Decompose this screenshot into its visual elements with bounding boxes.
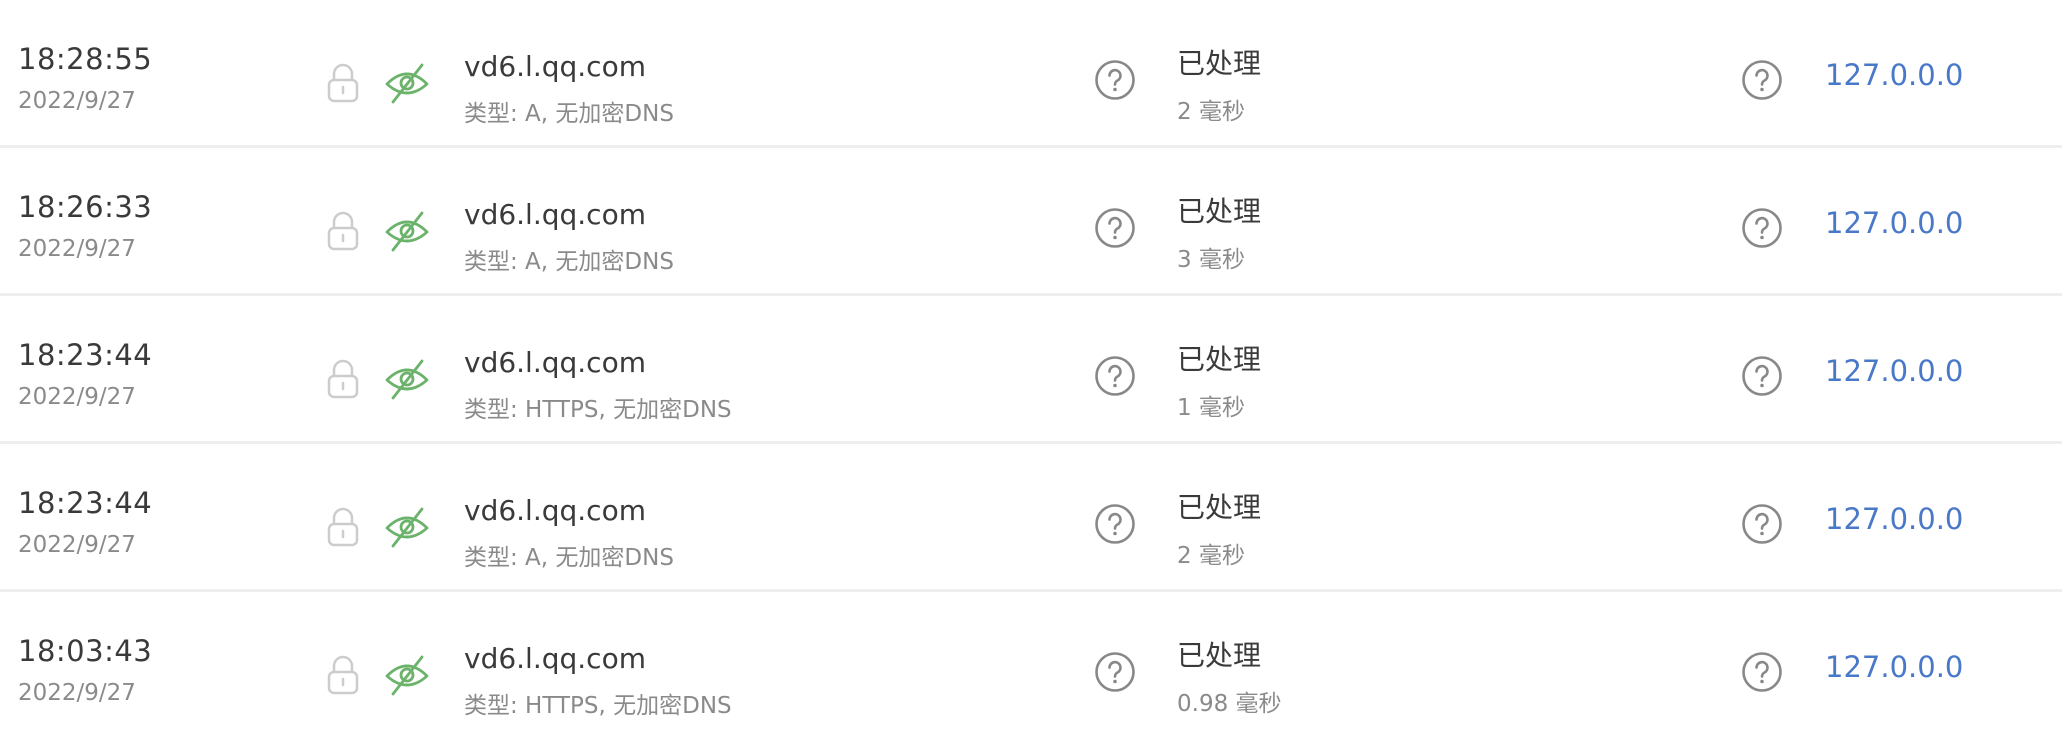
domain-name[interactable]: vd6.l.qq.com (464, 642, 646, 675)
domain-name[interactable]: vd6.l.qq.com (464, 346, 646, 379)
domain-name[interactable]: vd6.l.qq.com (464, 50, 646, 83)
eye-slash-icon[interactable] (384, 652, 430, 698)
table-row[interactable]: 18:23:44 2022/9/27 vd6.l.qq.com 类型: A, 无… (0, 444, 2062, 592)
status-text: 已处理 (1177, 639, 1262, 672)
status-text: 已处理 (1177, 343, 1262, 376)
question-circle-icon[interactable] (1094, 503, 1136, 545)
date-value: 2022/9/27 (18, 532, 136, 558)
time-value: 18:28:55 (18, 42, 153, 76)
lock-icon (327, 507, 359, 547)
response-ip-link[interactable]: 127.0.0.0 (1825, 502, 1963, 536)
status-text: 已处理 (1177, 491, 1262, 524)
lock-icon (327, 211, 359, 251)
date-value: 2022/9/27 (18, 680, 136, 706)
question-circle-icon[interactable] (1094, 59, 1136, 101)
elapsed-time: 0.98 毫秒 (1177, 691, 1282, 717)
elapsed-time: 2 毫秒 (1177, 99, 1245, 125)
time-value: 18:03:43 (18, 634, 153, 668)
question-circle-icon[interactable] (1741, 207, 1783, 249)
query-log-table: 18:28:55 2022/9/27 vd6.l.qq.com 类型: A, 无… (0, 0, 2062, 740)
eye-slash-icon[interactable] (384, 504, 430, 550)
eye-slash-icon[interactable] (384, 356, 430, 402)
question-circle-icon[interactable] (1741, 355, 1783, 397)
date-value: 2022/9/27 (18, 88, 136, 114)
dns-type-label: 类型: A, 无加密DNS (464, 101, 674, 127)
question-circle-icon[interactable] (1094, 651, 1136, 693)
lock-icon (327, 655, 359, 695)
date-value: 2022/9/27 (18, 236, 136, 262)
question-circle-icon[interactable] (1741, 503, 1783, 545)
table-row[interactable]: 18:28:55 2022/9/27 vd6.l.qq.com 类型: A, 无… (0, 0, 2062, 148)
domain-name[interactable]: vd6.l.qq.com (464, 198, 646, 231)
dns-type-label: 类型: HTTPS, 无加密DNS (464, 693, 732, 719)
time-value: 18:23:44 (18, 486, 153, 520)
question-circle-icon[interactable] (1741, 651, 1783, 693)
date-value: 2022/9/27 (18, 384, 136, 410)
eye-slash-icon[interactable] (384, 208, 430, 254)
dns-type-label: 类型: A, 无加密DNS (464, 545, 674, 571)
status-text: 已处理 (1177, 47, 1262, 80)
dns-type-label: 类型: A, 无加密DNS (464, 249, 674, 275)
question-circle-icon[interactable] (1094, 355, 1136, 397)
status-text: 已处理 (1177, 195, 1262, 228)
response-ip-link[interactable]: 127.0.0.0 (1825, 354, 1963, 388)
question-circle-icon[interactable] (1741, 59, 1783, 101)
table-row[interactable]: 18:23:44 2022/9/27 vd6.l.qq.com 类型: HTTP… (0, 296, 2062, 444)
response-ip-link[interactable]: 127.0.0.0 (1825, 58, 1963, 92)
domain-name[interactable]: vd6.l.qq.com (464, 494, 646, 527)
table-row[interactable]: 18:03:43 2022/9/27 vd6.l.qq.com 类型: HTTP… (0, 592, 2062, 740)
lock-icon (327, 63, 359, 103)
time-value: 18:26:33 (18, 190, 153, 224)
dns-type-label: 类型: HTTPS, 无加密DNS (464, 397, 732, 423)
elapsed-time: 2 毫秒 (1177, 543, 1245, 569)
eye-slash-icon[interactable] (384, 60, 430, 106)
response-ip-link[interactable]: 127.0.0.0 (1825, 206, 1963, 240)
time-value: 18:23:44 (18, 338, 153, 372)
response-ip-link[interactable]: 127.0.0.0 (1825, 650, 1963, 684)
table-row[interactable]: 18:26:33 2022/9/27 vd6.l.qq.com 类型: A, 无… (0, 148, 2062, 296)
elapsed-time: 3 毫秒 (1177, 247, 1245, 273)
question-circle-icon[interactable] (1094, 207, 1136, 249)
elapsed-time: 1 毫秒 (1177, 395, 1245, 421)
lock-icon (327, 359, 359, 399)
